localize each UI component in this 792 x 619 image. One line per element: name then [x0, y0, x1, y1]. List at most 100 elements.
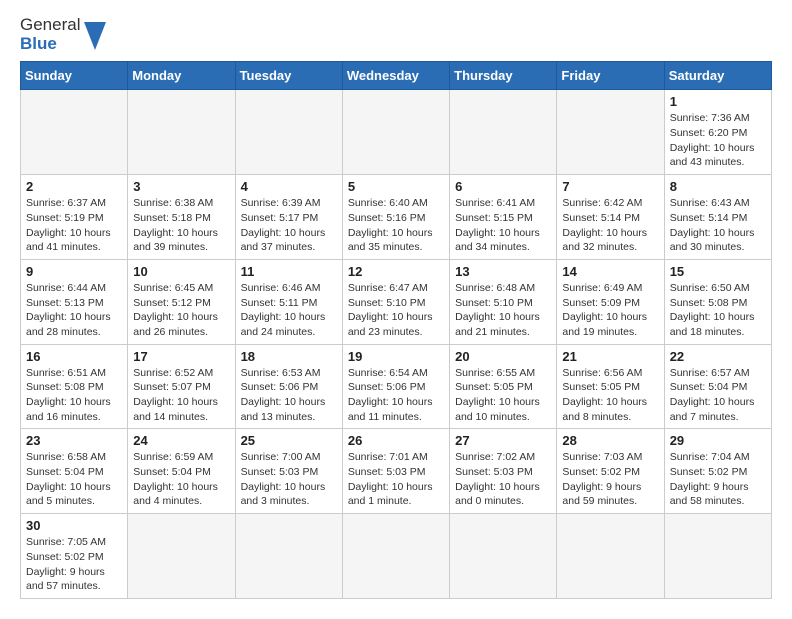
day-number: 16 [26, 349, 122, 364]
day-number: 19 [348, 349, 444, 364]
calendar-cell: 29 Sunrise: 7:04 AM Sunset: 5:02 PM Dayli… [664, 429, 771, 514]
calendar-cell: 21 Sunrise: 6:56 AM Sunset: 5:05 PM Dayli… [557, 344, 664, 429]
calendar-cell: 25Sunrise: 7:00 AM Sunset: 5:03 PM Dayli… [235, 429, 342, 514]
day-number: 30 [26, 518, 122, 533]
day-info: Sunrise: 7:01 AM Sunset: 5:03 PM Dayligh… [348, 450, 444, 509]
calendar-cell: 8 Sunrise: 6:43 AM Sunset: 5:14 PM Daylig… [664, 175, 771, 260]
calendar-cell: 27Sunrise: 7:02 AM Sunset: 5:03 PM Dayli… [450, 429, 557, 514]
weekday-header-sunday: Sunday [21, 62, 128, 90]
day-number: 22 [670, 349, 766, 364]
day-number: 23 [26, 433, 122, 448]
day-info: Sunrise: 6:57 AM Sunset: 5:04 PM Dayligh… [670, 366, 766, 425]
day-number: 13 [455, 264, 551, 279]
calendar-cell [128, 90, 235, 175]
weekday-header-wednesday: Wednesday [342, 62, 449, 90]
day-info: Sunrise: 7:04 AM Sunset: 5:02 PM Dayligh… [670, 450, 766, 509]
calendar-cell: 26 Sunrise: 7:01 AM Sunset: 5:03 PM Dayli… [342, 429, 449, 514]
calendar-cell: 17Sunrise: 6:52 AM Sunset: 5:07 PM Dayli… [128, 344, 235, 429]
day-info: Sunrise: 7:00 AM Sunset: 5:03 PM Dayligh… [241, 450, 337, 509]
day-info: Sunrise: 6:48 AM Sunset: 5:10 PM Dayligh… [455, 281, 551, 340]
day-number: 28 [562, 433, 658, 448]
calendar-cell: 12 Sunrise: 6:47 AM Sunset: 5:10 PM Dayli… [342, 259, 449, 344]
calendar-cell: 11Sunrise: 6:46 AM Sunset: 5:11 PM Dayli… [235, 259, 342, 344]
logo-text-block: General Blue [20, 16, 80, 53]
day-number: 3 [133, 179, 229, 194]
page: General Blue SundayMondayTuesdayWednesda… [0, 0, 792, 619]
calendar-cell: 15 Sunrise: 6:50 AM Sunset: 5:08 PM Dayli… [664, 259, 771, 344]
calendar-cell [557, 514, 664, 599]
calendar-cell: 2 Sunrise: 6:37 AM Sunset: 5:19 PM Daylig… [21, 175, 128, 260]
day-number: 26 [348, 433, 444, 448]
calendar-cell [450, 514, 557, 599]
day-number: 1 [670, 94, 766, 109]
calendar-cell [664, 514, 771, 599]
day-number: 29 [670, 433, 766, 448]
day-number: 12 [348, 264, 444, 279]
calendar-cell [557, 90, 664, 175]
calendar-cell [235, 90, 342, 175]
calendar-cell: 23 Sunrise: 6:58 AM Sunset: 5:04 PM Dayli… [21, 429, 128, 514]
day-info: Sunrise: 6:49 AM Sunset: 5:09 PM Dayligh… [562, 281, 658, 340]
calendar-week-6: 30 Sunrise: 7:05 AM Sunset: 5:02 PM Dayli… [21, 514, 772, 599]
weekday-header-row: SundayMondayTuesdayWednesdayThursdayFrid… [21, 62, 772, 90]
calendar-cell: 5 Sunrise: 6:40 AM Sunset: 5:16 PM Daylig… [342, 175, 449, 260]
calendar-week-2: 2 Sunrise: 6:37 AM Sunset: 5:19 PM Daylig… [21, 175, 772, 260]
day-number: 6 [455, 179, 551, 194]
day-info: Sunrise: 6:42 AM Sunset: 5:14 PM Dayligh… [562, 196, 658, 255]
day-info: Sunrise: 6:41 AM Sunset: 5:15 PM Dayligh… [455, 196, 551, 255]
day-info: Sunrise: 6:39 AM Sunset: 5:17 PM Dayligh… [241, 196, 337, 255]
day-number: 8 [670, 179, 766, 194]
day-number: 21 [562, 349, 658, 364]
calendar-cell: 1 Sunrise: 7:36 AM Sunset: 6:20 PM Daylig… [664, 90, 771, 175]
calendar-week-1: 1 Sunrise: 7:36 AM Sunset: 6:20 PM Daylig… [21, 90, 772, 175]
day-info: Sunrise: 7:02 AM Sunset: 5:03 PM Dayligh… [455, 450, 551, 509]
day-info: Sunrise: 6:51 AM Sunset: 5:08 PM Dayligh… [26, 366, 122, 425]
calendar-cell [21, 90, 128, 175]
day-info: Sunrise: 6:52 AM Sunset: 5:07 PM Dayligh… [133, 366, 229, 425]
day-number: 2 [26, 179, 122, 194]
day-number: 24 [133, 433, 229, 448]
day-info: Sunrise: 6:58 AM Sunset: 5:04 PM Dayligh… [26, 450, 122, 509]
day-info: Sunrise: 6:40 AM Sunset: 5:16 PM Dayligh… [348, 196, 444, 255]
calendar-cell: 22 Sunrise: 6:57 AM Sunset: 5:04 PM Dayli… [664, 344, 771, 429]
day-info: Sunrise: 6:54 AM Sunset: 5:06 PM Dayligh… [348, 366, 444, 425]
logo-blue-text: Blue [20, 34, 57, 53]
calendar-cell: 19 Sunrise: 6:54 AM Sunset: 5:06 PM Dayli… [342, 344, 449, 429]
weekday-header-thursday: Thursday [450, 62, 557, 90]
day-number: 11 [241, 264, 337, 279]
logo-triangle-icon [84, 22, 106, 50]
calendar-table: SundayMondayTuesdayWednesdayThursdayFrid… [20, 61, 772, 599]
calendar-cell: 30 Sunrise: 7:05 AM Sunset: 5:02 PM Dayli… [21, 514, 128, 599]
logo-general-text: General [20, 15, 80, 34]
day-number: 15 [670, 264, 766, 279]
calendar-cell [342, 514, 449, 599]
day-info: Sunrise: 6:47 AM Sunset: 5:10 PM Dayligh… [348, 281, 444, 340]
day-number: 9 [26, 264, 122, 279]
day-number: 5 [348, 179, 444, 194]
weekday-header-tuesday: Tuesday [235, 62, 342, 90]
calendar-cell: 3Sunrise: 6:38 AM Sunset: 5:18 PM Daylig… [128, 175, 235, 260]
day-info: Sunrise: 6:53 AM Sunset: 5:06 PM Dayligh… [241, 366, 337, 425]
calendar-cell [128, 514, 235, 599]
calendar-cell: 6 Sunrise: 6:41 AM Sunset: 5:15 PM Daylig… [450, 175, 557, 260]
calendar-cell: 20Sunrise: 6:55 AM Sunset: 5:05 PM Dayli… [450, 344, 557, 429]
day-info: Sunrise: 6:43 AM Sunset: 5:14 PM Dayligh… [670, 196, 766, 255]
day-number: 18 [241, 349, 337, 364]
calendar-cell: 4Sunrise: 6:39 AM Sunset: 5:17 PM Daylig… [235, 175, 342, 260]
day-info: Sunrise: 6:50 AM Sunset: 5:08 PM Dayligh… [670, 281, 766, 340]
day-info: Sunrise: 6:56 AM Sunset: 5:05 PM Dayligh… [562, 366, 658, 425]
calendar-cell: 24 Sunrise: 6:59 AM Sunset: 5:04 PM Dayli… [128, 429, 235, 514]
day-info: Sunrise: 6:37 AM Sunset: 5:19 PM Dayligh… [26, 196, 122, 255]
calendar-week-3: 9Sunrise: 6:44 AM Sunset: 5:13 PM Daylig… [21, 259, 772, 344]
calendar-cell: 7Sunrise: 6:42 AM Sunset: 5:14 PM Daylig… [557, 175, 664, 260]
day-info: Sunrise: 7:05 AM Sunset: 5:02 PM Dayligh… [26, 535, 122, 594]
calendar-cell: 16 Sunrise: 6:51 AM Sunset: 5:08 PM Dayli… [21, 344, 128, 429]
calendar-cell: 9Sunrise: 6:44 AM Sunset: 5:13 PM Daylig… [21, 259, 128, 344]
calendar-cell [342, 90, 449, 175]
day-number: 20 [455, 349, 551, 364]
day-info: Sunrise: 7:36 AM Sunset: 6:20 PM Dayligh… [670, 111, 766, 170]
calendar-cell [235, 514, 342, 599]
calendar-cell: 14Sunrise: 6:49 AM Sunset: 5:09 PM Dayli… [557, 259, 664, 344]
day-info: Sunrise: 6:59 AM Sunset: 5:04 PM Dayligh… [133, 450, 229, 509]
calendar-week-5: 23 Sunrise: 6:58 AM Sunset: 5:04 PM Dayli… [21, 429, 772, 514]
